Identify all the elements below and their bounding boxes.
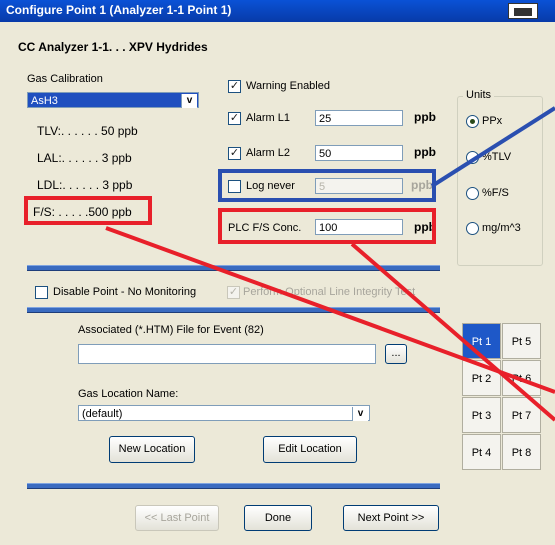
fs-callout-line <box>105 226 555 394</box>
annotation-lines <box>105 106 555 422</box>
configure-point-window: Configure Point 1 (Analyzer 1-1 Point 1)… <box>0 0 555 545</box>
log-callout-line <box>430 106 555 188</box>
plc-callout-line <box>350 242 555 422</box>
